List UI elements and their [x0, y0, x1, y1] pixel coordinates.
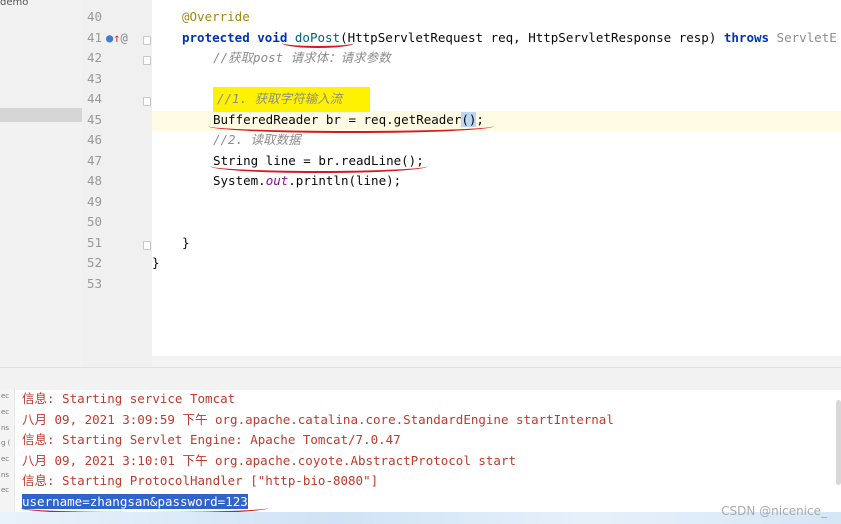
- method-params: (HttpServletRequest req, HttpServletResp…: [340, 30, 724, 45]
- code-line-41: protected void doPost(HttpServletRequest…: [182, 28, 837, 48]
- line-number: 49: [86, 194, 102, 209]
- console-gutter: ec ec ns g ( ec ns ec: [0, 389, 15, 524]
- code-line-46: //2. 读取数据: [213, 132, 301, 147]
- line-number: 47: [86, 153, 102, 168]
- gutter-fragment: ns: [1, 471, 10, 479]
- line-number: 46: [86, 132, 102, 147]
- console-log-line: 八月 09, 2021 3:09:59 下午 org.apache.catali…: [22, 412, 614, 427]
- console-log-line: 信息: Starting service Tomcat: [22, 391, 236, 406]
- truncated-exception: ServletE: [769, 30, 837, 45]
- code-line-48: System.out.println(line);: [213, 171, 401, 191]
- override-gutter-icons[interactable]: ●↑@: [106, 31, 128, 45]
- line-number: 53: [86, 276, 102, 291]
- line-number: 45: [86, 112, 102, 127]
- system-class: System.: [213, 173, 266, 188]
- line-number: 41: [86, 30, 102, 45]
- override-annotation: @Override: [182, 9, 250, 24]
- red-underline-getReader: [208, 119, 494, 133]
- console-header: [0, 367, 841, 390]
- console-log-line: 八月 09, 2021 3:10:01 下午 org.apache.coyote…: [22, 453, 517, 468]
- line-number: 52: [86, 255, 102, 270]
- gutter-fragment: ec: [1, 486, 10, 494]
- editor-horizontal-scrollbar[interactable]: [152, 356, 841, 367]
- code-line-52: }: [152, 255, 160, 270]
- watermark: CSDN @nicenice_: [721, 504, 827, 518]
- project-selected-row[interactable]: [0, 108, 82, 122]
- keyword-protected: protected: [182, 30, 250, 45]
- line-number: 44: [86, 91, 102, 106]
- red-underline-doPost: [282, 38, 354, 48]
- line-number: 42: [86, 50, 102, 65]
- code-line-44: //1. 获取字符输入流: [213, 87, 371, 112]
- out-field: out: [265, 173, 289, 188]
- console-log-line: 信息: Starting ProtocolHandler ["http-bio-…: [22, 473, 379, 488]
- line-number: 40: [86, 9, 102, 24]
- fold-marker-icon[interactable]: [143, 56, 151, 65]
- line-number: 43: [86, 71, 102, 86]
- at-icon[interactable]: @: [120, 31, 127, 45]
- line-number: 50: [86, 214, 102, 229]
- fold-marker-icon[interactable]: [143, 36, 151, 45]
- gutter-fragment: ec: [1, 408, 10, 416]
- console-scrollbar[interactable]: [836, 400, 841, 485]
- println-call: .println(line);: [288, 173, 402, 188]
- project-label: demo: [0, 0, 29, 8]
- keyword-throws: throws: [723, 30, 770, 45]
- fold-marker-icon[interactable]: [143, 97, 151, 106]
- bottom-strip: [0, 512, 841, 524]
- gutter-fragment: g (: [1, 439, 11, 447]
- code-line-40: @Override: [182, 7, 250, 27]
- project-panel: demo: [0, 0, 83, 367]
- code-line-51: }: [182, 235, 190, 250]
- code-line-42: //获取post 请求体：请求参数: [213, 50, 391, 65]
- highlighted-comment: //1. 获取字符输入流: [213, 87, 371, 112]
- line-number: 48: [86, 173, 102, 188]
- console-log-line: 信息: Starting Servlet Engine: Apache Tomc…: [22, 432, 401, 447]
- gutter-fragment: ec: [1, 392, 10, 400]
- fold-marker-icon[interactable]: [143, 241, 151, 250]
- gutter-fragment: ec: [1, 455, 10, 463]
- line-number: 51: [86, 235, 102, 250]
- gutter-fragment: ns: [1, 424, 10, 432]
- red-underline-readLine: [210, 159, 428, 173]
